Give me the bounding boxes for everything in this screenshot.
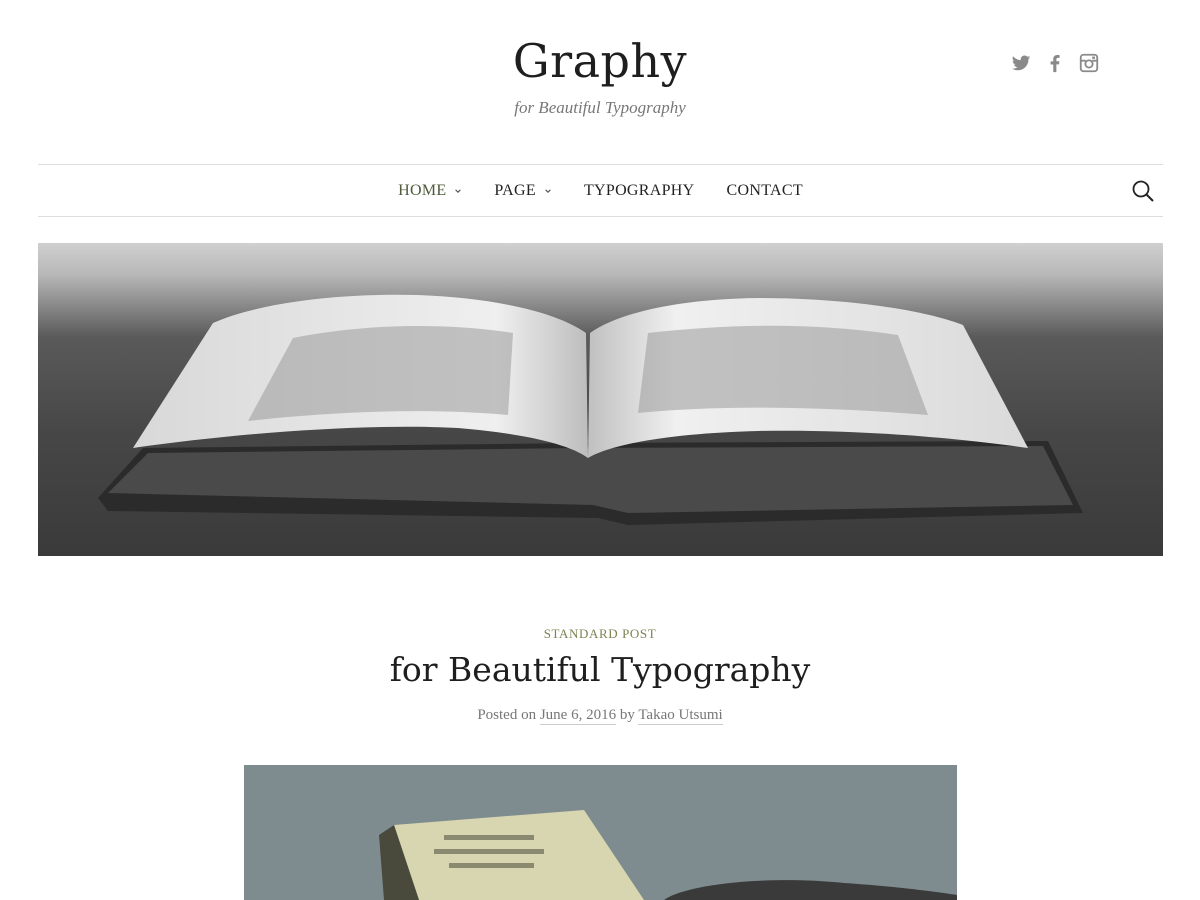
nav-item-home[interactable]: HOME — [398, 182, 462, 200]
by-label: by — [619, 707, 635, 723]
chevron-down-icon — [544, 187, 552, 195]
nav-item-typography-label: TYPOGRAPHY — [583, 181, 695, 199]
post-author-link[interactable]: Takao Utsumi — [638, 707, 723, 725]
featured-photo-illustration — [244, 765, 957, 900]
nav-bottom-divider — [38, 216, 1163, 217]
search-icon[interactable] — [1130, 178, 1156, 204]
site-tagline: for Beautiful Typography — [514, 98, 686, 117]
nav-item-contact[interactable]: CONTACT — [727, 182, 803, 200]
chevron-down-icon — [454, 187, 462, 195]
nav-item-page[interactable]: PAGE — [494, 182, 552, 200]
nav-item-page-label: PAGE — [494, 181, 536, 199]
featured-image — [244, 765, 957, 900]
main-navigation: HOME PAGE TYPOGRAPHY CONTACT — [38, 165, 1163, 216]
post-title[interactable]: for Beautiful Typography — [0, 650, 1200, 689]
social-links — [1010, 52, 1100, 74]
post-category-link[interactable]: STANDARD POST — [0, 626, 1200, 642]
twitter-icon[interactable] — [1010, 52, 1032, 74]
instagram-icon[interactable] — [1078, 52, 1100, 74]
facebook-icon[interactable] — [1044, 52, 1066, 74]
nav-item-home-label: HOME — [398, 181, 447, 199]
posted-on-label: Posted on — [477, 707, 537, 723]
hero-image — [38, 243, 1163, 556]
open-book-illustration — [98, 294, 1083, 525]
post-date-link[interactable]: June 6, 2016 — [539, 707, 617, 725]
nav-item-contact-label: CONTACT — [726, 181, 803, 199]
post-meta: Posted on June 6, 2016 by Takao Utsumi — [0, 707, 1200, 725]
nav-item-typography[interactable]: TYPOGRAPHY — [584, 182, 695, 200]
